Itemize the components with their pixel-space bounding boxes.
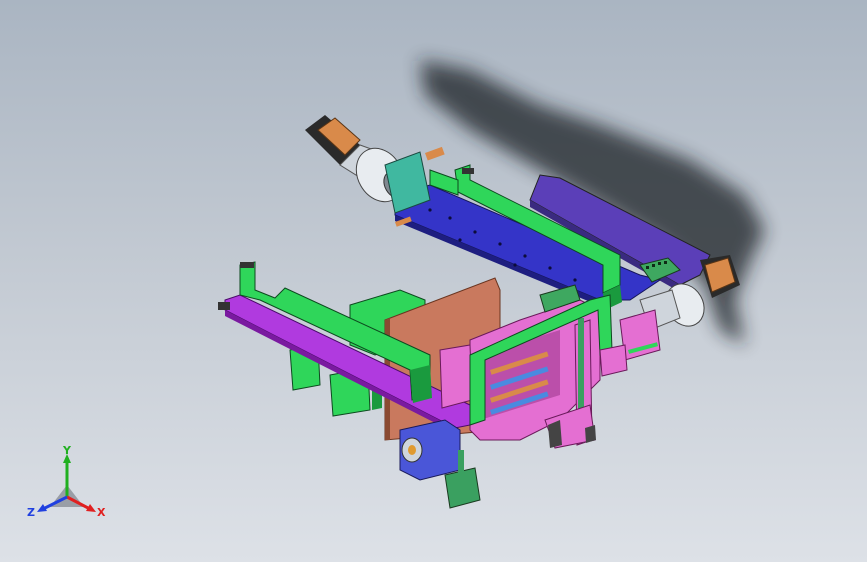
y-axis-label: Y — [62, 445, 72, 457]
z-axis-label: Z — [27, 506, 35, 519]
cad-viewport[interactable]: Y X Z — [0, 0, 867, 562]
axis-triad[interactable]: Y X Z — [20, 445, 115, 535]
x-axis-label: X — [97, 506, 106, 519]
cad-model-scene[interactable] — [0, 0, 867, 562]
bottom-motor-block[interactable] — [399, 419, 461, 481]
